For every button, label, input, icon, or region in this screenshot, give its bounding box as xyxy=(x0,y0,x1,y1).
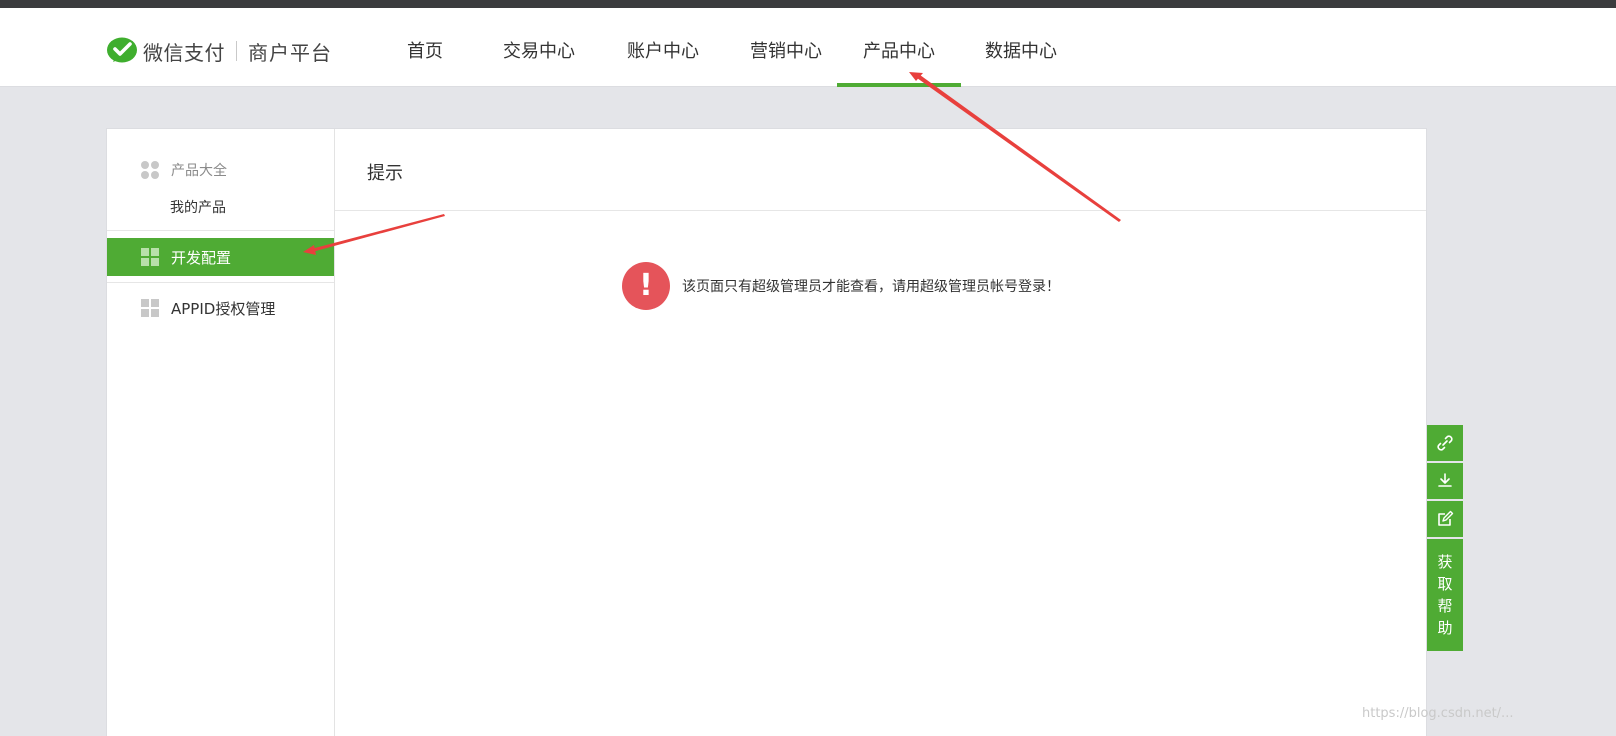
grid-icon xyxy=(141,299,159,317)
content-header: 提示 xyxy=(335,129,1426,211)
top-strip xyxy=(0,0,1616,8)
nav-item-home[interactable]: 首页 xyxy=(386,8,464,87)
main-panel: 产品大全 我的产品 开发配置 APPID授权管理 提示 ! 该页面只有超级管理员… xyxy=(106,128,1427,736)
wechat-pay-logo-icon xyxy=(107,37,137,63)
sidebar-group-label: 产品大全 xyxy=(171,163,227,179)
nav-item-account[interactable]: 账户中心 xyxy=(612,8,714,87)
float-link-button[interactable] xyxy=(1427,425,1463,461)
help-char: 获 xyxy=(1437,553,1453,571)
download-icon xyxy=(1438,473,1452,487)
alert-message: 该页面只有超级管理员才能查看，请用超级管理员帐号登录！ xyxy=(682,279,1060,295)
logo-divider xyxy=(236,41,237,61)
sidebar-divider xyxy=(107,230,334,231)
page-title: 提示 xyxy=(367,163,403,184)
sidebar-divider xyxy=(107,282,334,283)
grid-icon xyxy=(141,248,159,266)
permission-alert: ! 该页面只有超级管理员才能查看，请用超级管理员帐号登录！ xyxy=(622,262,1060,310)
logo[interactable]: 微信支付 商户平台 xyxy=(106,34,332,68)
edit-icon xyxy=(1438,510,1454,526)
exclamation-icon: ! xyxy=(622,262,670,310)
link-icon xyxy=(1437,435,1453,451)
sidebar-item-appid-auth[interactable]: APPID授权管理 xyxy=(107,289,334,327)
float-edit-button[interactable] xyxy=(1427,501,1463,537)
sidebar-item-my-products[interactable]: 我的产品 xyxy=(170,197,226,217)
sidebar-item-label: 开发配置 xyxy=(171,248,232,267)
nav-item-transaction[interactable]: 交易中心 xyxy=(488,8,590,87)
help-char: 助 xyxy=(1437,619,1453,637)
nav-item-product[interactable]: 产品中心 xyxy=(837,8,961,87)
help-char: 取 xyxy=(1437,575,1453,593)
sidebar-group-products[interactable]: 产品大全 xyxy=(141,160,227,180)
float-download-button[interactable] xyxy=(1427,463,1463,499)
sidebar: 产品大全 我的产品 开发配置 APPID授权管理 xyxy=(107,129,335,736)
nav-item-marketing[interactable]: 营销中心 xyxy=(735,8,837,87)
float-help-button[interactable]: 获 取 帮 助 xyxy=(1427,539,1463,651)
help-char: 帮 xyxy=(1437,597,1453,615)
nav-item-data[interactable]: 数据中心 xyxy=(970,8,1072,87)
logo-pay-text: 微信支付 xyxy=(143,40,225,65)
sidebar-item-dev-config[interactable]: 开发配置 xyxy=(107,238,334,276)
sidebar-item-label: APPID授权管理 xyxy=(171,299,276,318)
logo-platform-text: 商户平台 xyxy=(248,40,332,65)
watermark: https://blog.csdn.net/... xyxy=(1362,706,1514,721)
apps-icon xyxy=(141,161,159,179)
